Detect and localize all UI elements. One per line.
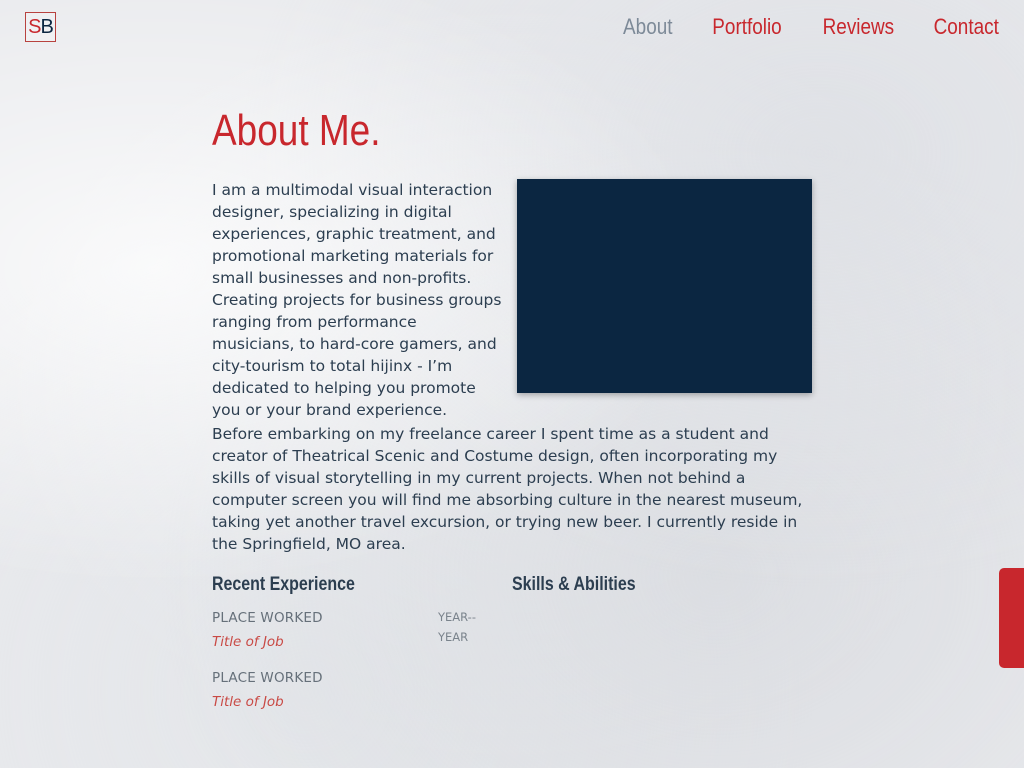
job-years: YEAR--YEAR — [438, 610, 476, 644]
nav-reviews[interactable]: Reviews — [823, 12, 895, 42]
experience-item: PLACE WORKED Title of Job YEAR--YEAR — [212, 606, 504, 666]
profile-photo — [517, 179, 812, 393]
nav-contact[interactable]: Contact — [934, 12, 999, 42]
main-nav: About Portfolio Reviews Contact — [615, 12, 999, 42]
logo-letter-b: B — [40, 15, 54, 38]
nav-portfolio[interactable]: Portfolio — [713, 12, 782, 42]
experience-item: PLACE WORKED Title of Job — [212, 666, 504, 726]
site-logo[interactable]: SB — [25, 12, 56, 42]
experience-heading: Recent Experience — [212, 574, 355, 595]
intro-paragraph: I am a multimodal visual interaction des… — [212, 181, 502, 419]
logo-letter-s: S — [28, 15, 41, 38]
page-title: About Me. — [212, 106, 381, 155]
job-title: Title of Job — [212, 694, 284, 710]
experience-list: PLACE WORKED Title of Job YEAR--YEAR PLA… — [212, 606, 504, 726]
nav-about[interactable]: About — [623, 12, 672, 42]
place-worked: PLACE WORKED — [212, 670, 323, 686]
side-feedback-tab[interactable] — [999, 568, 1024, 668]
skills-heading: Skills & Abilities — [512, 574, 636, 595]
bio-paragraph: Before embarking on my freelance career … — [212, 425, 803, 553]
